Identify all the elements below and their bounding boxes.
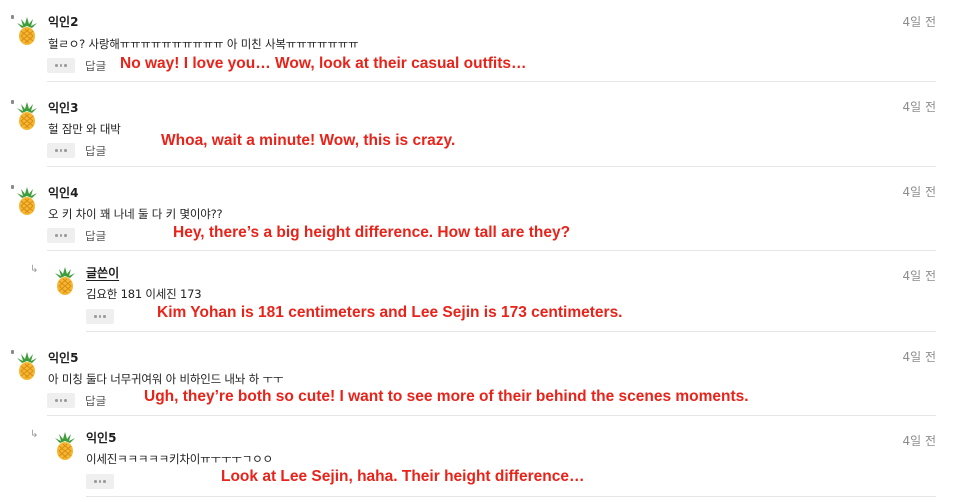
comment-timestamp: 4일 전: [902, 434, 936, 448]
pineapple-avatar-icon: [12, 16, 42, 46]
comment-author[interactable]: 익인2: [48, 13, 78, 30]
more-options-button[interactable]: [47, 143, 75, 158]
comment-author[interactable]: 익인3: [48, 99, 78, 116]
pineapple-avatar-icon: [12, 351, 42, 381]
comment-timestamp: 4일 전: [902, 100, 936, 114]
pineapple-avatar-icon: [50, 431, 80, 461]
translation-caption: Whoa, wait a minute! Wow, this is crazy.: [161, 132, 456, 149]
comment-text: 헐ㄹㅇ? 사랑해ㅠㅠㅠㅠㅠㅠㅠㅠㅠㅠ 아 미친 사복ㅠㅠㅠㅠㅠㅠㅠ: [48, 37, 359, 51]
translation-caption: Ugh, they’re both so cute! I want to see…: [144, 388, 749, 405]
reply-button[interactable]: 답글: [85, 393, 106, 409]
more-options-button[interactable]: [86, 474, 114, 489]
more-options-button[interactable]: [47, 228, 75, 243]
comment-timestamp: 4일 전: [902, 15, 936, 29]
comment-author[interactable]: 익인4: [48, 184, 78, 201]
translation-caption: Hey, there’s a big height difference. Ho…: [173, 224, 571, 241]
comment-divider: [86, 496, 936, 497]
pineapple-avatar-icon: [12, 186, 42, 216]
comment-text: 헐 잠만 와 대박: [48, 122, 121, 136]
comment-author[interactable]: 익인5: [86, 429, 116, 446]
comment-divider: [47, 81, 936, 82]
comment-timestamp: 4일 전: [902, 185, 936, 199]
comment-divider: [47, 166, 936, 167]
reply-arrow-icon: ↳: [30, 264, 39, 275]
more-options-button[interactable]: [47, 58, 75, 73]
more-options-button[interactable]: [47, 393, 75, 408]
more-options-button[interactable]: [86, 309, 114, 324]
comment-text: 오 키 차이 꽤 나네 둘 다 키 몇이야??: [48, 207, 223, 221]
comment-divider: [47, 250, 936, 251]
comment-divider: [86, 331, 936, 332]
comment-divider: [47, 415, 936, 416]
reply-button[interactable]: 답글: [85, 228, 106, 244]
comment-text: 김요한 181 이세진 173: [86, 287, 202, 301]
comment-author[interactable]: 익인5: [48, 349, 78, 366]
translation-caption: Look at Lee Sejin, haha. Their height di…: [221, 468, 585, 485]
pineapple-avatar-icon: [50, 266, 80, 296]
reply-button[interactable]: 답글: [85, 143, 106, 159]
translation-caption: No way! I love you… Wow, look at their c…: [120, 55, 527, 72]
comment-author-op[interactable]: 글쓴이: [86, 264, 119, 281]
reply-button[interactable]: 답글: [85, 58, 106, 74]
comment-timestamp: 4일 전: [902, 269, 936, 283]
reply-arrow-icon: ↳: [30, 429, 39, 440]
pineapple-avatar-icon: [12, 101, 42, 131]
translation-caption: Kim Yohan is 181 centimeters and Lee Sej…: [157, 304, 623, 321]
comment-timestamp: 4일 전: [902, 350, 936, 364]
comment-text: 아 미칭 둘다 너무귀여워 아 비하인드 내놔 하 ㅜㅜ: [48, 372, 284, 386]
comment-text: 이세진ㅋㅋㅋㅋㅋ키차이ㅠㅜㅜㅜㄱㅇㅇ: [86, 452, 273, 466]
